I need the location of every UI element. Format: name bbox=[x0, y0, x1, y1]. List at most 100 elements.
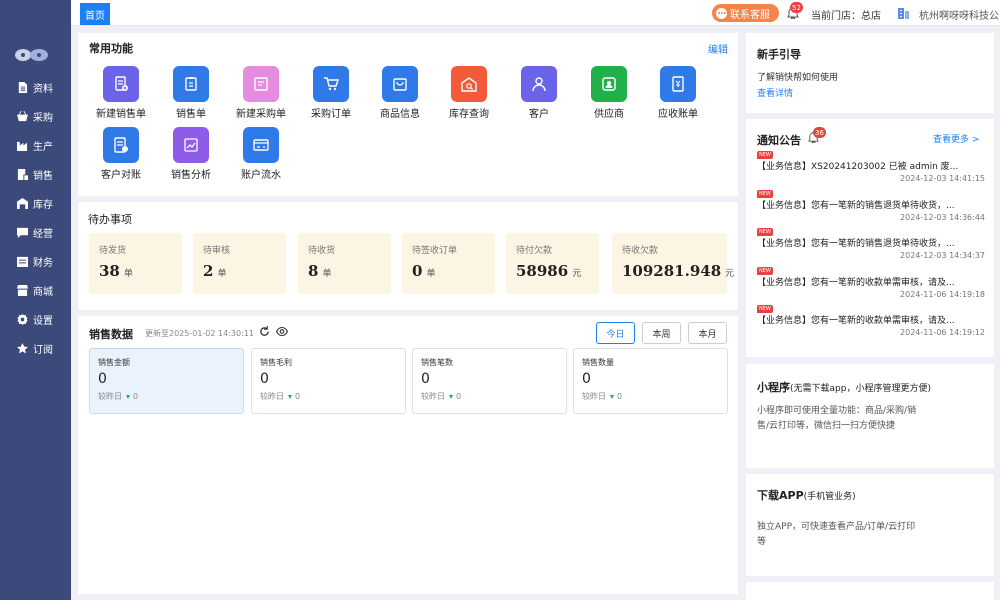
company-name[interactable]: 杭州啊呀呀科技公 bbox=[919, 7, 1000, 22]
view-details-link[interactable]: 查看详情 bbox=[757, 86, 793, 99]
sales-metric[interactable]: 销售金额 0 较昨日 0 bbox=[89, 348, 244, 414]
todo-unit: 元 bbox=[725, 269, 735, 279]
notice-item[interactable]: NEW 【业务信息】您有一笔新的收款单需审核，请及... 2024-11-06 14… bbox=[757, 305, 985, 348]
todo-item[interactable]: 待审核 2 单 bbox=[193, 233, 286, 294]
notice-item[interactable]: NEW 【业务信息】您有一笔新的销售退货单待收货，... 2024-12-03 14… bbox=[757, 228, 985, 271]
factory-icon bbox=[17, 140, 28, 151]
function-label: 销售分析 bbox=[171, 170, 211, 181]
todo-value: 58986 bbox=[516, 262, 569, 280]
inventory-search-icon bbox=[451, 66, 487, 102]
new-badge: NEW bbox=[757, 151, 773, 159]
sidebar-item-production[interactable]: 生产 bbox=[0, 134, 71, 156]
down-triangle-icon bbox=[126, 394, 130, 399]
notification-badge: 52 bbox=[790, 2, 803, 13]
app-title: 下载APP bbox=[757, 489, 804, 502]
todo-value: 109281.948 bbox=[622, 262, 722, 280]
function-receivable[interactable]: 应收账单 bbox=[644, 66, 712, 120]
function-sales-order[interactable]: 销售单 bbox=[157, 66, 225, 120]
sidebar-item-label: 采购 bbox=[33, 112, 53, 124]
metric-delta: 0 bbox=[456, 392, 462, 401]
todo-value: 2 bbox=[203, 262, 214, 280]
sidebar-item-label: 生产 bbox=[33, 141, 53, 153]
refresh-icon[interactable] bbox=[259, 326, 270, 337]
metric-value: 0 bbox=[582, 371, 591, 387]
sidebar-item-inventory[interactable]: 库存 bbox=[0, 192, 71, 214]
edit-link[interactable]: 编辑 bbox=[708, 41, 728, 56]
sidebar-item-label: 订阅 bbox=[33, 344, 53, 356]
function-reconcile[interactable]: 客户对账 bbox=[87, 127, 155, 181]
eye-icon[interactable] bbox=[276, 326, 288, 337]
metric-label: 销售金额 bbox=[98, 358, 130, 367]
todo-label: 待收欠款 bbox=[622, 246, 659, 256]
sales-metric[interactable]: 销售数量 0 较昨日 0 bbox=[573, 348, 728, 414]
todo-label: 待发货 bbox=[99, 246, 127, 256]
todo-item[interactable]: 待收欠款 109281.948 元 bbox=[612, 233, 734, 294]
metric-value: 0 bbox=[421, 371, 430, 387]
sales-data-card: 销售数据 更新至2025-01-02 14:30:11 今日 本周 本月 销售金… bbox=[78, 316, 738, 594]
sidebar-item-subscription[interactable]: 订阅 bbox=[0, 337, 71, 359]
mini-program-card: 小程序(无需下载app，小程序管理更方便) 小程序即可使用全量功能：商品/采购/… bbox=[746, 364, 994, 468]
function-bag[interactable]: 商品信息 bbox=[366, 66, 434, 120]
notice-item[interactable]: NEW 【业务信息】您有一笔新的销售退货单待收货，... 2024-12-03 14… bbox=[757, 190, 985, 233]
sidebar-item-sales[interactable]: 销售 bbox=[0, 163, 71, 185]
sidebar-item-finance[interactable]: 财务 bbox=[0, 250, 71, 272]
guide-card: 新手引导 了解销快帮如何使用 查看详情 bbox=[746, 33, 994, 113]
analysis-icon bbox=[173, 127, 209, 163]
sidebar-item-purchase[interactable]: 采购 bbox=[0, 105, 71, 127]
notice-item[interactable]: NEW 【业务信息】XS20241203002 已被 admin 废... 2024… bbox=[757, 151, 985, 194]
todo-item[interactable]: 待付欠款 58986 元 bbox=[506, 233, 599, 294]
notice-item[interactable]: NEW 【业务信息】您有一笔新的收款单需审核，请及... 2024-11-06 14… bbox=[757, 267, 985, 310]
function-label: 新建销售单 bbox=[96, 109, 146, 120]
common-functions-card: 常用功能 编辑 新建销售单 销售单 新建采购单 采购订单 商品信息 库存查询 客户 供应商 应收… bbox=[78, 33, 738, 196]
tab-home[interactable]: 首页 bbox=[80, 3, 110, 25]
function-cart[interactable]: 采购订单 bbox=[297, 66, 365, 120]
current-store[interactable]: 当前门店：总店 bbox=[811, 7, 881, 22]
function-new-sales-order[interactable]: 新建销售单 bbox=[87, 66, 155, 120]
customer-service-label: 联系客服 bbox=[730, 9, 770, 21]
sales-metric[interactable]: 销售毛利 0 较昨日 0 bbox=[251, 348, 406, 414]
todo-item[interactable]: 待发货 38 单 bbox=[89, 233, 182, 294]
function-new-purchase-order[interactable]: 新建采购单 bbox=[227, 66, 295, 120]
logo-icon bbox=[15, 49, 48, 61]
sidebar-item-label: 财务 bbox=[33, 257, 53, 269]
finance-icon bbox=[17, 256, 28, 267]
guide-text: 了解销快帮如何使用 bbox=[757, 73, 839, 83]
function-account-flow[interactable]: 账户流水 bbox=[227, 127, 295, 181]
chat-bubble-icon bbox=[716, 7, 727, 19]
function-analysis[interactable]: 销售分析 bbox=[157, 127, 225, 181]
function-label: 销售单 bbox=[176, 109, 206, 120]
new-sales-order-icon bbox=[103, 66, 139, 102]
sidebar-item-operation[interactable]: 经营 bbox=[0, 221, 71, 243]
period-today-button[interactable]: 今日 bbox=[596, 322, 635, 344]
sidebar-item-store[interactable]: 商城 bbox=[0, 279, 71, 301]
metric-label: 销售毛利 bbox=[260, 358, 292, 367]
notice-text: 【业务信息】您有一笔新的收款单需审核，请及... bbox=[757, 278, 955, 288]
todo-item[interactable]: 待签收订单 0 单 bbox=[402, 233, 495, 294]
period-month-button[interactable]: 本月 bbox=[688, 322, 727, 344]
supplier-icon bbox=[591, 66, 627, 102]
notice-text: 【业务信息】您有一笔新的销售退货单待收货，... bbox=[757, 201, 955, 211]
warehouse-icon bbox=[17, 197, 28, 209]
customer-icon bbox=[521, 66, 557, 102]
sidebar-item-data[interactable]: 资料 bbox=[0, 76, 71, 98]
function-customer[interactable]: 客户 bbox=[505, 66, 573, 120]
down-triangle-icon bbox=[610, 394, 614, 399]
function-inventory-search[interactable]: 库存查询 bbox=[435, 66, 503, 120]
notice-date: 2024-12-03 14:41:15 bbox=[900, 174, 985, 183]
todo-label: 待收货 bbox=[308, 246, 336, 256]
sales-metric[interactable]: 销售笔数 0 较昨日 0 bbox=[412, 348, 567, 414]
document-icon bbox=[17, 81, 28, 93]
notice-text: 【业务信息】您有一笔新的销售退货单待收货，... bbox=[757, 239, 955, 249]
notice-date: 2024-12-03 14:36:44 bbox=[900, 213, 985, 222]
function-label: 新建采购单 bbox=[236, 109, 286, 120]
customer-service-button[interactable]: 联系客服 bbox=[712, 4, 779, 22]
app-download-card: 下载APP(手机管业务) 独立APP，可快速查看产品/订单/云打印等 bbox=[746, 474, 994, 576]
todo-item[interactable]: 待收货 8 单 bbox=[298, 233, 391, 294]
notice-date: 2024-11-06 14:19:12 bbox=[900, 328, 985, 337]
notice-date: 2024-12-03 14:34:37 bbox=[900, 251, 985, 260]
function-supplier[interactable]: 供应商 bbox=[575, 66, 643, 120]
view-more-link[interactable]: 查看更多 > bbox=[933, 132, 979, 145]
sidebar-item-settings[interactable]: 设置 bbox=[0, 308, 71, 330]
new-badge: NEW bbox=[757, 305, 773, 313]
period-week-button[interactable]: 本周 bbox=[642, 322, 681, 344]
